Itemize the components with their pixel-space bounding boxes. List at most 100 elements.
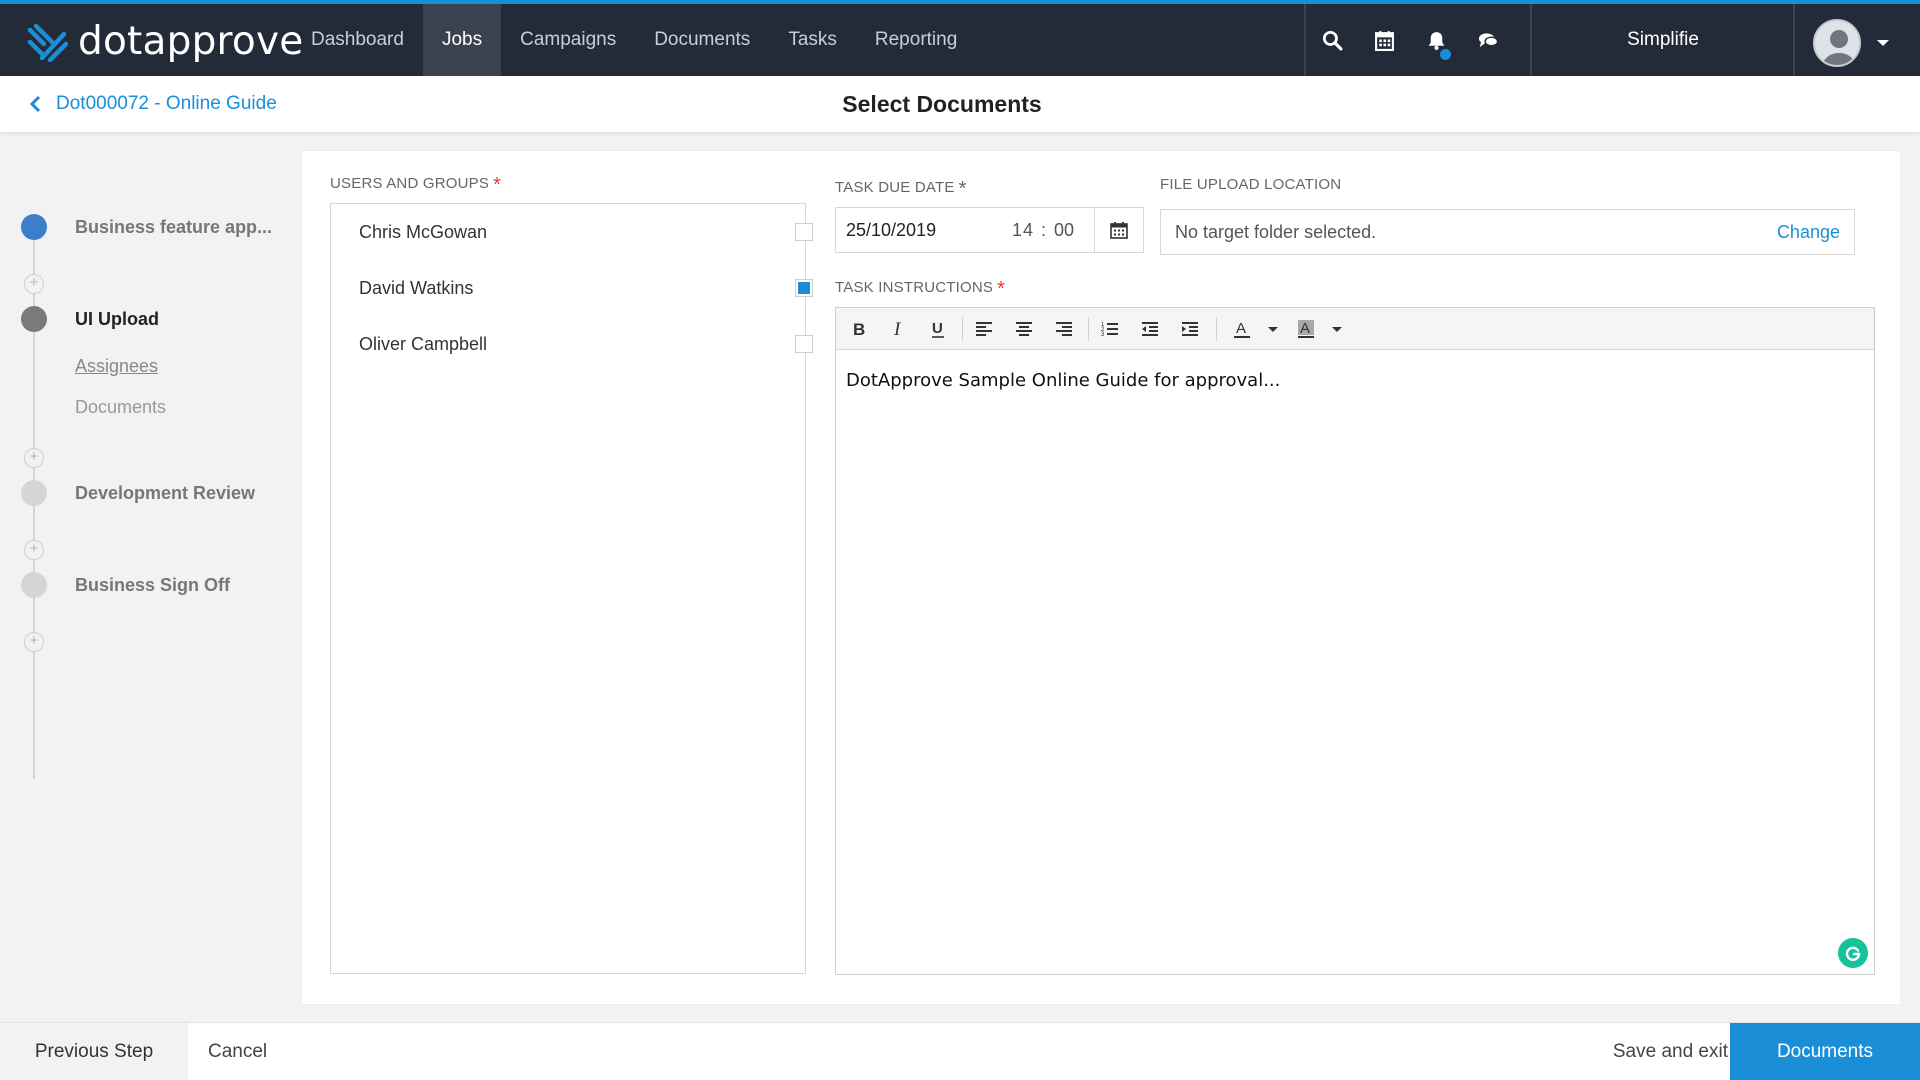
calendar-icon[interactable] bbox=[1358, 4, 1410, 76]
font-color-icon[interactable]: A bbox=[1228, 315, 1256, 343]
toolbar-divider bbox=[962, 317, 963, 341]
add-step-icon[interactable]: + bbox=[24, 274, 44, 294]
step-business-feature[interactable]: Business feature app... bbox=[75, 217, 272, 238]
highlight-color-icon[interactable]: A bbox=[1292, 315, 1320, 343]
search-icon[interactable] bbox=[1306, 4, 1358, 76]
chevron-left-icon bbox=[29, 95, 41, 113]
align-left-icon[interactable] bbox=[970, 315, 998, 343]
nav-reporting[interactable]: Reporting bbox=[856, 4, 976, 76]
toolbar-divider bbox=[1088, 317, 1089, 341]
nav-icon-group bbox=[1306, 4, 1514, 76]
step-dot-pending bbox=[21, 480, 47, 506]
dotapprove-logo-icon bbox=[27, 23, 68, 62]
outdent-icon[interactable] bbox=[1136, 315, 1164, 343]
due-date-value[interactable]: 25/10/2019 bbox=[846, 220, 936, 241]
time-separator: : bbox=[1041, 219, 1047, 240]
task-due-date-label: TASK DUE DATE * bbox=[835, 178, 967, 200]
org-name[interactable]: Simplifie bbox=[1533, 4, 1793, 76]
top-navbar: dotapprove Dashboard Jobs Campaigns Docu… bbox=[0, 0, 1920, 76]
nav-documents[interactable]: Documents bbox=[635, 4, 769, 76]
bold-icon[interactable]: B bbox=[844, 315, 872, 343]
task-form-card: USERS AND GROUPS * Chris McGowan David Wa… bbox=[302, 151, 1900, 1004]
page-header: Select Documents Dot000072 - Online Guid… bbox=[0, 76, 1920, 132]
user-name: Chris McGowan bbox=[359, 221, 488, 242]
editor-toolbar: B I U 123 A A bbox=[836, 308, 1874, 350]
align-center-icon[interactable] bbox=[1010, 315, 1038, 343]
toolbar-divider bbox=[1216, 317, 1217, 341]
due-date-field[interactable]: 25/10/2019 14 : 00 bbox=[835, 207, 1144, 253]
step-ui-upload[interactable]: UI Upload bbox=[75, 309, 159, 330]
step-development-review[interactable]: Development Review bbox=[75, 483, 255, 504]
workflow-steps: Business feature app... + UI Upload Assi… bbox=[0, 132, 300, 1022]
file-upload-location-field: No target folder selected. Change bbox=[1160, 209, 1855, 255]
add-step-icon[interactable]: + bbox=[24, 632, 44, 652]
nav-divider bbox=[1793, 4, 1795, 76]
editor-content[interactable]: DotApprove Sample Online Guide for appro… bbox=[846, 370, 1280, 391]
add-step-icon[interactable]: + bbox=[24, 448, 44, 468]
align-right-icon[interactable] bbox=[1050, 315, 1078, 343]
nav-tasks[interactable]: Tasks bbox=[769, 4, 856, 76]
user-checkbox[interactable] bbox=[795, 335, 813, 353]
svg-text:A: A bbox=[1300, 320, 1310, 337]
step-dot-pending bbox=[21, 572, 47, 598]
date-picker-button[interactable] bbox=[1094, 207, 1144, 253]
indent-icon[interactable] bbox=[1176, 315, 1204, 343]
page-title: Select Documents bbox=[842, 91, 1042, 117]
save-and-exit-button[interactable]: Save and exit bbox=[1584, 1023, 1728, 1080]
svg-text:U: U bbox=[932, 320, 943, 337]
nav-jobs[interactable]: Jobs bbox=[422, 4, 502, 76]
task-instructions-editor[interactable]: B I U 123 A A DotApprove Sample Online G… bbox=[835, 307, 1875, 975]
upload-location-value: No target folder selected. bbox=[1175, 222, 1377, 242]
ordered-list-icon[interactable]: 123 bbox=[1096, 315, 1124, 343]
nav-campaigns[interactable]: Campaigns bbox=[501, 4, 635, 76]
sub-step-documents: Documents bbox=[75, 397, 167, 417]
italic-icon[interactable]: I bbox=[884, 315, 912, 343]
required-marker: * bbox=[997, 278, 1006, 300]
user-name: Oliver Campbell bbox=[359, 333, 488, 354]
list-item[interactable]: Chris McGowan bbox=[359, 204, 813, 260]
due-hour-value[interactable]: 14 bbox=[1012, 220, 1034, 241]
step-business-sign-off[interactable]: Business Sign Off bbox=[75, 575, 230, 596]
underline-icon[interactable]: U bbox=[924, 315, 952, 343]
add-step-icon[interactable]: + bbox=[24, 540, 44, 560]
footer-bar: Previous Step Cancel Save and exit Docum… bbox=[0, 1022, 1920, 1080]
bell-icon[interactable] bbox=[1410, 4, 1462, 76]
main-nav: Dashboard Jobs Campaigns Documents Tasks… bbox=[292, 4, 976, 76]
svg-text:3: 3 bbox=[1101, 332, 1105, 338]
brand-name: dotapprove bbox=[78, 18, 304, 64]
chevron-down-icon[interactable] bbox=[1332, 327, 1342, 332]
cancel-button[interactable]: Cancel bbox=[208, 1023, 267, 1080]
calendar-icon bbox=[1110, 222, 1128, 239]
previous-step-button[interactable]: Previous Step bbox=[0, 1023, 188, 1080]
next-step-button[interactable]: Documents bbox=[1730, 1023, 1920, 1080]
due-minute-value[interactable]: 00 bbox=[1054, 220, 1074, 241]
required-marker: * bbox=[958, 178, 967, 200]
nav-dashboard[interactable]: Dashboard bbox=[292, 4, 423, 76]
svg-text:A: A bbox=[1236, 320, 1246, 337]
list-item[interactable]: David Watkins bbox=[359, 260, 813, 316]
users-groups-label: USERS AND GROUPS * bbox=[330, 174, 502, 196]
back-link-label: Dot000072 - Online Guide bbox=[56, 93, 277, 114]
back-link[interactable]: Dot000072 - Online Guide bbox=[28, 76, 277, 132]
chevron-down-icon[interactable] bbox=[1877, 40, 1889, 46]
brand-logo[interactable]: dotapprove bbox=[26, 18, 303, 64]
file-upload-location-label: FILE UPLOAD LOCATION bbox=[1160, 176, 1342, 193]
notification-dot bbox=[1440, 49, 1451, 60]
required-marker: * bbox=[493, 174, 502, 196]
grammarly-icon[interactable] bbox=[1838, 938, 1868, 968]
step-dot-current bbox=[21, 306, 47, 332]
user-checkbox[interactable] bbox=[795, 279, 813, 297]
change-location-link[interactable]: Change bbox=[1777, 210, 1840, 254]
user-checkbox[interactable] bbox=[795, 223, 813, 241]
svg-text:B: B bbox=[853, 320, 865, 339]
task-instructions-label: TASK INSTRUCTIONS * bbox=[835, 278, 1006, 300]
chat-icon[interactable] bbox=[1462, 4, 1514, 76]
nav-divider bbox=[1530, 4, 1532, 76]
sub-step-assignees[interactable]: Assignees bbox=[75, 356, 158, 377]
step-dot-done bbox=[21, 214, 47, 240]
list-item[interactable]: Oliver Campbell bbox=[359, 316, 813, 372]
user-name: David Watkins bbox=[359, 277, 474, 298]
users-list: Chris McGowan David Watkins Oliver Campb… bbox=[330, 203, 813, 974]
avatar[interactable] bbox=[1813, 19, 1861, 67]
chevron-down-icon[interactable] bbox=[1268, 327, 1278, 332]
